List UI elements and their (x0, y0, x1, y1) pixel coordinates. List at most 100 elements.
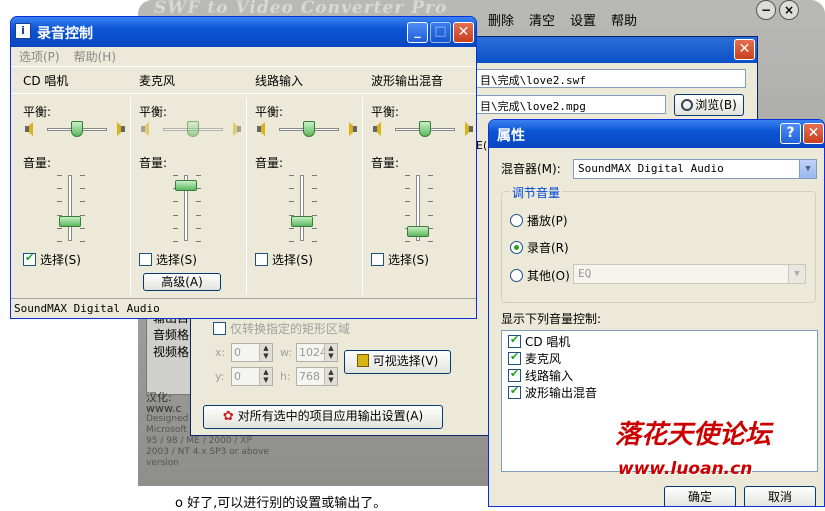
control-checkbox[interactable] (508, 333, 521, 348)
control-list-item[interactable]: 波形输出混音 (508, 384, 597, 401)
swf-close-icon[interactable]: × (779, 0, 799, 20)
menu-help[interactable]: 帮助(H) (74, 47, 116, 66)
x-spinner-arrows-icon[interactable]: ▲ ▼ (259, 344, 272, 361)
radio-playback-icon[interactable] (510, 214, 523, 227)
select-label: 选择(S) (388, 253, 429, 267)
channel-name: 波形输出混音 (371, 74, 444, 88)
magnifier-icon (681, 99, 694, 111)
chevron-down-icon[interactable]: ▼ (799, 160, 816, 178)
volume-slider[interactable] (407, 226, 429, 237)
select-option[interactable]: 选择(S) (23, 251, 81, 268)
volume-tick (312, 188, 317, 189)
mixer-select[interactable]: SoundMAX Digital Audio ▼ (573, 159, 817, 179)
volume-slider[interactable] (291, 216, 313, 227)
y-spinner-arrows-icon[interactable]: ▲ ▼ (259, 368, 272, 385)
minimize-icon[interactable]: _ (407, 22, 428, 43)
only-region-checkbox[interactable] (213, 322, 226, 335)
radio-record[interactable]: 录音(R) (510, 239, 569, 256)
w-spinner-arrows-icon[interactable]: ▲ ▼ (324, 344, 337, 361)
radio-playback-label: 播放(P) (527, 214, 568, 228)
radio-playback[interactable]: 播放(P) (510, 212, 568, 229)
browse-button[interactable]: 浏览(B) (674, 94, 744, 116)
h-spinner[interactable]: 768 ▲ ▼ (296, 367, 338, 386)
select-option[interactable]: 选择(S) (371, 251, 429, 268)
select-checkbox[interactable] (23, 251, 36, 266)
volume-tick (289, 228, 294, 229)
w-label: w: (280, 346, 293, 359)
advanced-button[interactable]: 高级(A) (143, 273, 221, 291)
select-option[interactable]: 选择(S) (255, 251, 313, 268)
control-list-item[interactable]: 线路输入 (508, 367, 573, 384)
ok-button[interactable]: 确定 (664, 486, 736, 506)
menu-delete[interactable]: 删除 (488, 10, 514, 29)
volume-tick (405, 215, 410, 216)
channel-column: 线路输入 平衡: 音量: 选择(S) (255, 68, 365, 296)
speaker-right-icon (229, 122, 241, 136)
menu-clear[interactable]: 清空 (529, 10, 555, 29)
page-caption: ο 好了,可以进行别的设置或输出了。 (175, 496, 387, 511)
control-label: 麦克风 (525, 352, 562, 366)
w-spinner[interactable]: 1024 ▲ ▼ (296, 343, 338, 362)
volume-tick (428, 241, 433, 242)
swf-minimize-icon[interactable]: − (756, 0, 776, 20)
volume-tick (289, 201, 294, 202)
volume-tick (196, 228, 201, 229)
balance-slider[interactable] (71, 121, 83, 137)
balance-slider[interactable] (303, 121, 315, 137)
volume-tick (289, 188, 294, 189)
visual-select-button[interactable]: 可视选择(V) (344, 350, 451, 374)
x-spinner[interactable]: 0 ▲ ▼ (231, 343, 273, 362)
channel-name: 麦克风 (139, 74, 176, 88)
apply-all-button[interactable]: ✿ 对所有选中的项目应用输出设置(A) (203, 405, 443, 429)
select-checkbox[interactable] (139, 253, 152, 266)
radio-other-icon[interactable] (510, 269, 523, 282)
control-list-item[interactable]: CD 唱机 (508, 333, 570, 350)
select-option[interactable]: 选择(S) (139, 251, 197, 268)
volume-slider[interactable] (59, 216, 81, 227)
w-value: 1024 (299, 346, 327, 359)
radio-other[interactable]: 其他(O) (510, 267, 570, 284)
close-icon[interactable]: ✕ (453, 22, 474, 43)
volume-slider[interactable] (175, 180, 197, 191)
source-path-field[interactable]: 目\完成\love2.swf (476, 69, 746, 88)
volume-tick (289, 175, 294, 176)
volume-tick (173, 215, 178, 216)
menu-settings[interactable]: 设置 (570, 10, 596, 29)
volume-tick (57, 228, 62, 229)
volume-tick (312, 175, 317, 176)
volume-tick (405, 241, 410, 242)
convert-close-icon[interactable]: ✕ (734, 39, 755, 60)
select-label: 选择(S) (272, 253, 313, 267)
cancel-button[interactable]: 取消 (744, 486, 816, 506)
balance-slider[interactable] (419, 121, 431, 137)
help-icon[interactable]: ? (780, 123, 801, 144)
menu-options[interactable]: 选项(P) (19, 47, 60, 66)
watermark-text: 落花天使论坛 (615, 420, 772, 450)
only-region-option[interactable]: 仅转换指定的矩形区域 (213, 320, 350, 337)
control-checkbox[interactable] (508, 384, 521, 399)
browse-label: 浏览(B) (695, 98, 737, 112)
output-path-field[interactable]: 目\完成\love2.mpg (476, 95, 666, 114)
chevron-down-icon: ▼ (788, 265, 805, 283)
control-label: CD 唱机 (525, 335, 571, 349)
properties-title-bar: 属性 ? ✕ (489, 120, 824, 148)
radio-other-label: 其他(O) (527, 269, 570, 283)
properties-close-icon[interactable]: ✕ (803, 123, 824, 144)
control-list-item[interactable]: 麦克风 (508, 350, 561, 367)
volume-tick (196, 175, 201, 176)
volume-tick (196, 241, 201, 242)
channel-area: CD 唱机平衡: 音量: 选择(S) 麦克风平衡: 音量: 选择(S) 高级(A) 线路输入平… (11, 68, 476, 298)
balance-slider[interactable] (187, 121, 199, 137)
mixer-app-icon: i (15, 23, 31, 39)
radio-record-icon[interactable] (510, 241, 523, 254)
y-label: y: (215, 370, 225, 383)
h-spinner-arrows-icon[interactable]: ▲ ▼ (324, 368, 337, 385)
select-checkbox[interactable] (255, 253, 268, 266)
control-checkbox[interactable] (508, 350, 521, 365)
control-checkbox[interactable] (508, 367, 521, 382)
mixer-status-bar: SoundMAX Digital Audio (11, 298, 476, 318)
select-checkbox[interactable] (371, 253, 384, 266)
menu-help[interactable]: 帮助 (611, 10, 637, 29)
y-spinner[interactable]: 0 ▲ ▼ (231, 367, 273, 386)
channel-name: CD 唱机 (23, 74, 69, 88)
